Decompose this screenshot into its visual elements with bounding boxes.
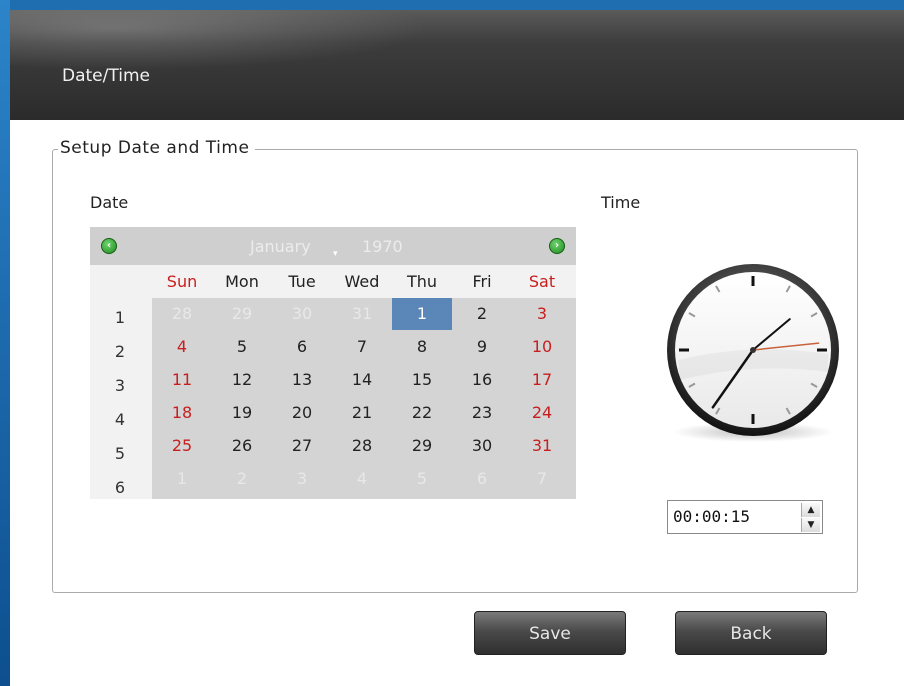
day-cell[interactable]: 5 — [212, 331, 272, 363]
day-cell[interactable]: 12 — [212, 364, 272, 396]
analog-clock — [667, 264, 839, 442]
weekday-header-fri: Fri — [472, 272, 492, 291]
desktop-edge — [0, 0, 10, 686]
month-selector[interactable]: January — [250, 237, 311, 256]
title-bar-gloss — [10, 10, 430, 70]
day-cell-selected[interactable]: 1 — [392, 298, 452, 330]
weekday-header-mon: Mon — [225, 272, 259, 291]
day-cell[interactable]: 14 — [332, 364, 392, 396]
day-cell[interactable]: 20 — [272, 397, 332, 429]
calendar: ‹ January ▾ 1970 › Sun Mon Tue Wed Thu Fri Sat… — [90, 227, 576, 499]
weekday-header-sat: Sat — [528, 272, 556, 291]
time-field[interactable]: 00:00:15 ▲ ▼ — [667, 500, 823, 534]
day-cell[interactable]: 31 — [332, 298, 392, 330]
day-cell[interactable]: 3 — [272, 463, 332, 495]
day-cell[interactable]: 9 — [452, 331, 512, 363]
day-cell[interactable]: 25 — [152, 430, 212, 462]
weekday-header-sun: Sun — [166, 272, 198, 291]
day-cell[interactable]: 29 — [392, 430, 452, 462]
weekday-header-thu: Thu — [406, 272, 438, 291]
day-cell[interactable]: 15 — [392, 364, 452, 396]
day-cell[interactable]: 30 — [452, 430, 512, 462]
day-cell[interactable]: 28 — [152, 298, 212, 330]
day-cell[interactable]: 17 — [512, 364, 572, 396]
weekday-header-tue: Tue — [288, 272, 316, 291]
day-cell[interactable]: 10 — [512, 331, 572, 363]
day-cell[interactable]: 6 — [452, 463, 512, 495]
day-cell[interactable]: 16 — [452, 364, 512, 396]
day-cell[interactable]: 1 — [152, 463, 212, 495]
day-cell[interactable]: 3 — [512, 298, 572, 330]
date-label: Date — [90, 193, 129, 212]
calendar-header: ‹ January ▾ 1970 › — [90, 227, 576, 265]
day-cell[interactable]: 30 — [272, 298, 332, 330]
day-cell[interactable]: 13 — [272, 364, 332, 396]
day-cell[interactable]: 6 — [272, 331, 332, 363]
weekday-header-row: Sun Mon Tue Wed Thu Fri Sat — [152, 265, 576, 298]
time-label: Time — [601, 193, 641, 212]
day-cell[interactable]: 19 — [212, 397, 272, 429]
day-cell[interactable]: 2 — [452, 298, 512, 330]
time-value[interactable]: 00:00:15 — [673, 507, 750, 526]
day-cell[interactable]: 31 — [512, 430, 572, 462]
day-cell[interactable]: 28 — [332, 430, 392, 462]
day-cell[interactable]: 23 — [452, 397, 512, 429]
day-cell[interactable]: 18 — [152, 397, 212, 429]
week-number: 3 — [114, 376, 126, 395]
group-legend: Setup Date and Time — [58, 138, 256, 158]
prev-month-icon[interactable]: ‹ — [101, 238, 117, 254]
day-cell[interactable]: 26 — [212, 430, 272, 462]
time-spin-down-icon[interactable]: ▼ — [801, 518, 820, 532]
day-cell[interactable]: 7 — [332, 331, 392, 363]
day-cell[interactable]: 4 — [332, 463, 392, 495]
day-cell[interactable]: 22 — [392, 397, 452, 429]
title-bar: Date/Time — [10, 10, 904, 120]
save-button[interactable]: Save — [474, 611, 626, 655]
week-number: 1 — [114, 308, 126, 327]
day-cell[interactable]: 4 — [152, 331, 212, 363]
day-cell[interactable]: 21 — [332, 397, 392, 429]
window-title: Date/Time — [62, 66, 150, 86]
weekday-header-wed: Wed — [344, 272, 380, 291]
day-cell[interactable]: 29 — [212, 298, 272, 330]
day-cell[interactable]: 5 — [392, 463, 452, 495]
week-number: 6 — [114, 478, 126, 497]
week-number: 4 — [114, 410, 126, 429]
clock-center — [750, 347, 756, 353]
day-cell[interactable]: 24 — [512, 397, 572, 429]
month-dropdown-icon[interactable]: ▾ — [333, 249, 338, 259]
time-spin-up-icon[interactable]: ▲ — [801, 503, 820, 517]
day-cell[interactable]: 7 — [512, 463, 572, 495]
year-selector[interactable]: 1970 — [362, 237, 403, 256]
week-number: 5 — [114, 444, 126, 463]
day-cell[interactable]: 11 — [152, 364, 212, 396]
day-cell[interactable]: 2 — [212, 463, 272, 495]
back-button[interactable]: Back — [675, 611, 827, 655]
day-cell[interactable]: 27 — [272, 430, 332, 462]
next-month-icon[interactable]: › — [549, 238, 565, 254]
day-cell[interactable]: 8 — [392, 331, 452, 363]
week-number: 2 — [114, 342, 126, 361]
